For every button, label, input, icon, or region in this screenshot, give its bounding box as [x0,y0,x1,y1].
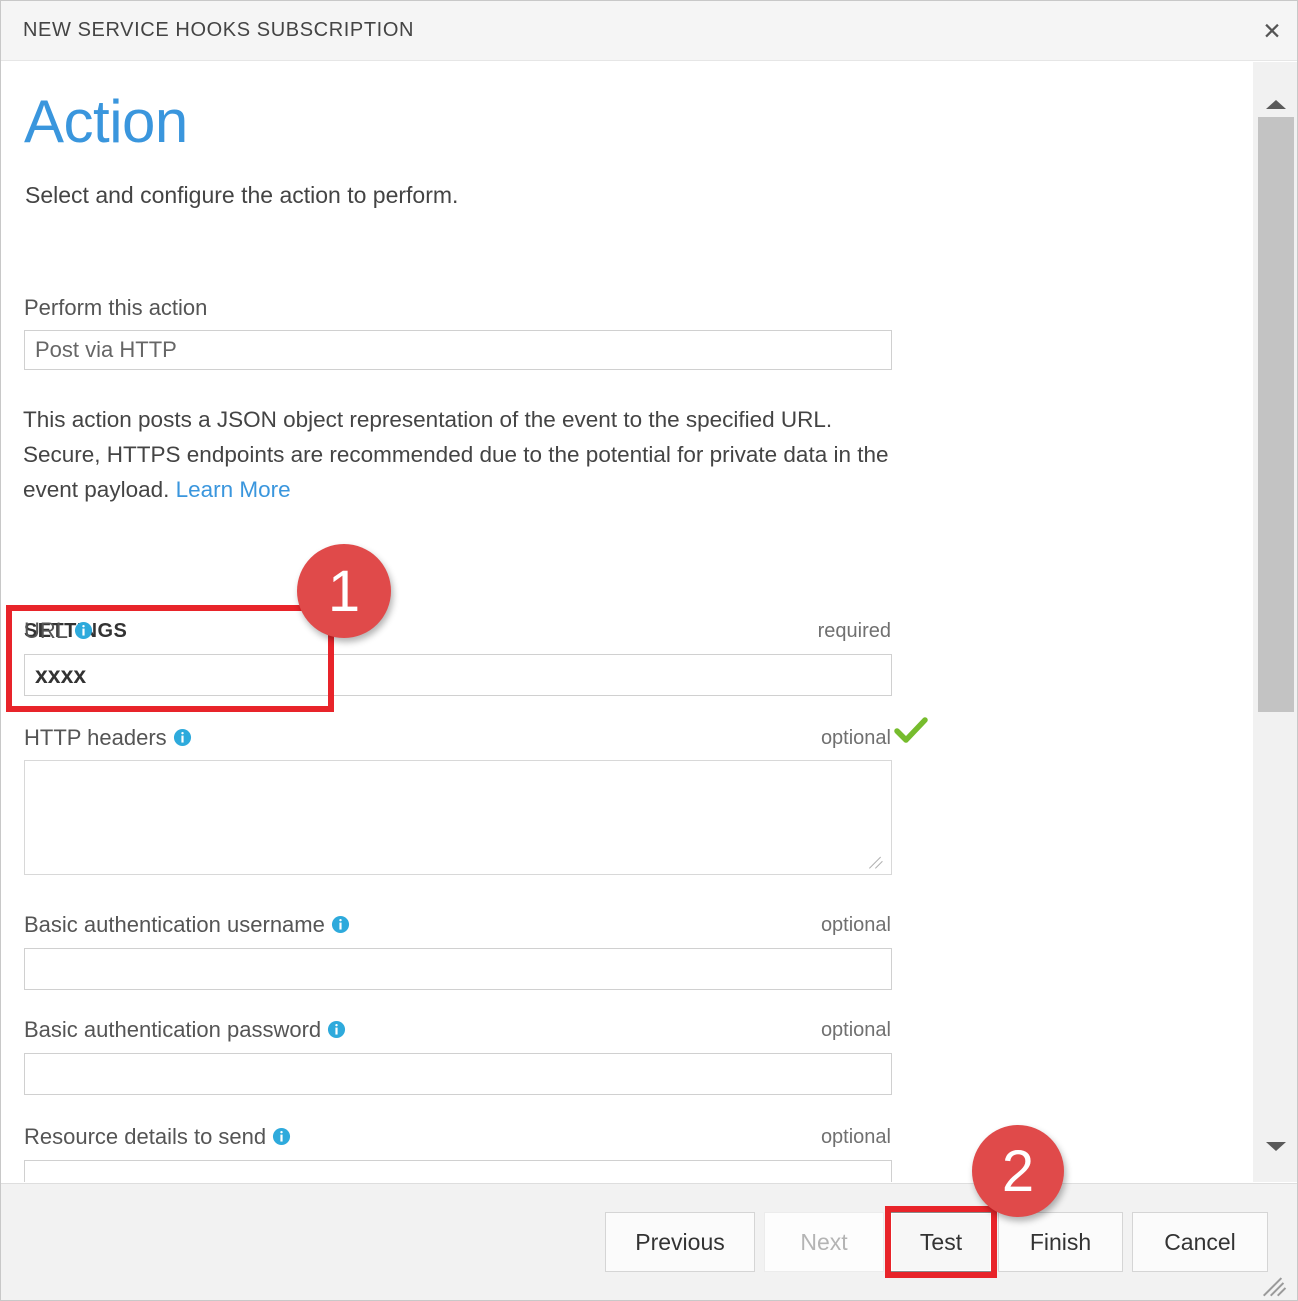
info-icon[interactable] [173,727,192,746]
info-icon[interactable] [331,914,350,933]
url-label-text: URL [24,618,68,643]
basic-auth-username-input[interactable] [24,948,892,990]
info-icon[interactable] [272,1126,291,1145]
action-description: This action posts a JSON object represen… [23,402,903,507]
learn-more-link[interactable]: Learn More [176,477,291,502]
url-input[interactable] [24,654,892,696]
dialog-title: NEW SERVICE HOOKS SUBSCRIPTION [23,19,414,42]
http-headers-requirement: optional [641,727,891,750]
basic-auth-username-requirement: optional [641,914,891,937]
finish-button[interactable]: Finish [998,1212,1123,1272]
http-headers-label: HTTP headers [24,725,192,751]
scrollbar-thumb[interactable] [1258,117,1294,712]
basic-auth-password-requirement: optional [641,1019,891,1042]
basic-auth-password-label-text: Basic authentication password [24,1017,321,1042]
basic-auth-password-input[interactable] [24,1053,892,1095]
caret-down-icon[interactable] [1253,1124,1298,1168]
test-button[interactable]: Test [890,1212,992,1272]
dialog-content: Action Select and configure the action t… [1,62,1252,1182]
resource-details-label: Resource details to send [24,1124,291,1150]
http-headers-textarea[interactable] [24,760,892,875]
previous-button[interactable]: Previous [605,1212,755,1272]
basic-auth-username-label-text: Basic authentication username [24,912,325,937]
dialog-resize-grip[interactable] [1259,1269,1289,1297]
info-icon[interactable] [74,620,93,639]
cancel-button[interactable]: Cancel [1132,1212,1268,1272]
resource-details-requirement: optional [641,1126,891,1149]
green-checkmark-icon [894,714,928,748]
page-title: Action [24,92,188,152]
page-subtitle: Select and configure the action to perfo… [25,182,458,209]
perform-action-label: Perform this action [24,295,207,321]
info-icon[interactable] [327,1019,346,1038]
resource-details-label-text: Resource details to send [24,1124,266,1149]
basic-auth-password-label: Basic authentication password [24,1017,346,1043]
action-description-text: This action posts a JSON object represen… [23,407,889,502]
url-label: URL [24,618,93,644]
next-button: Next [764,1212,884,1272]
perform-action-input[interactable] [24,330,892,370]
basic-auth-username-label: Basic authentication username [24,912,350,938]
resource-details-input[interactable] [24,1160,892,1182]
new-service-hooks-subscription-dialog: NEW SERVICE HOOKS SUBSCRIPTION ✕ Action … [0,0,1298,1301]
http-headers-label-text: HTTP headers [24,725,167,750]
content-scrollbar[interactable] [1252,62,1298,1182]
close-icon[interactable]: ✕ [1256,15,1288,47]
url-requirement: required [641,620,891,643]
dialog-titlebar: NEW SERVICE HOOKS SUBSCRIPTION ✕ [1,1,1298,61]
